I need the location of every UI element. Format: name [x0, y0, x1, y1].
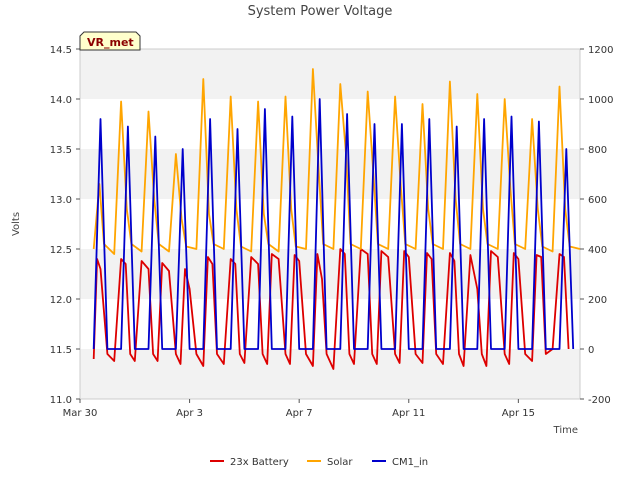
- y-right-tick-label: 200: [588, 295, 607, 306]
- y-right-tick-label: 1000: [588, 95, 613, 106]
- x-tick-label: Mar 30: [63, 408, 98, 419]
- x-tick-label: Apr 3: [176, 408, 203, 419]
- y-right-tick-label: 1200: [588, 45, 613, 56]
- y-left-tick-label: 12.0: [50, 295, 72, 306]
- y-axis-title: Volts: [11, 212, 22, 236]
- chart-title: System Power Voltage: [248, 4, 393, 19]
- grid-band: [80, 49, 580, 99]
- y-left-tick-label: 14.0: [50, 95, 72, 106]
- chart-figure: 11.0 11.5 12.0 12.5 13.0 13.5 14.0 14.5 -200 0 200…: [0, 0, 640, 480]
- y-right-tick-label: 800: [588, 145, 607, 156]
- y-left-tick-label: 14.5: [50, 45, 72, 56]
- y-right-tick-label: 400: [588, 245, 607, 256]
- x-axis-title: Time: [553, 425, 578, 436]
- legend-label: Solar: [327, 457, 353, 468]
- y-left-tick-label: 13.5: [50, 145, 72, 156]
- x-tick-label: Apr 11: [392, 408, 425, 419]
- y-right-tick-label: 0: [588, 345, 594, 356]
- y-right-tick-label: -200: [588, 395, 611, 406]
- grid-band: [80, 249, 580, 299]
- y-left-tick-label: 12.5: [50, 245, 72, 256]
- line-chart: 11.0 11.5 12.0 12.5 13.0 13.5 14.0 14.5 -200 0 200…: [0, 0, 640, 480]
- legend-label: 23x Battery: [230, 457, 289, 468]
- y-left-tick-label: 11.5: [50, 345, 72, 356]
- y-left-tick-label: 11.0: [50, 395, 72, 406]
- vr-met-badge: VR_met: [79, 31, 141, 51]
- badge-label: VR_met: [87, 36, 134, 49]
- y-right-tick-label: 600: [588, 195, 607, 206]
- x-tick-label: Apr 15: [502, 408, 535, 419]
- y-left-tick-label: 13.0: [50, 195, 72, 206]
- legend-label: CM1_in: [392, 457, 428, 468]
- x-tick-label: Apr 7: [286, 408, 313, 419]
